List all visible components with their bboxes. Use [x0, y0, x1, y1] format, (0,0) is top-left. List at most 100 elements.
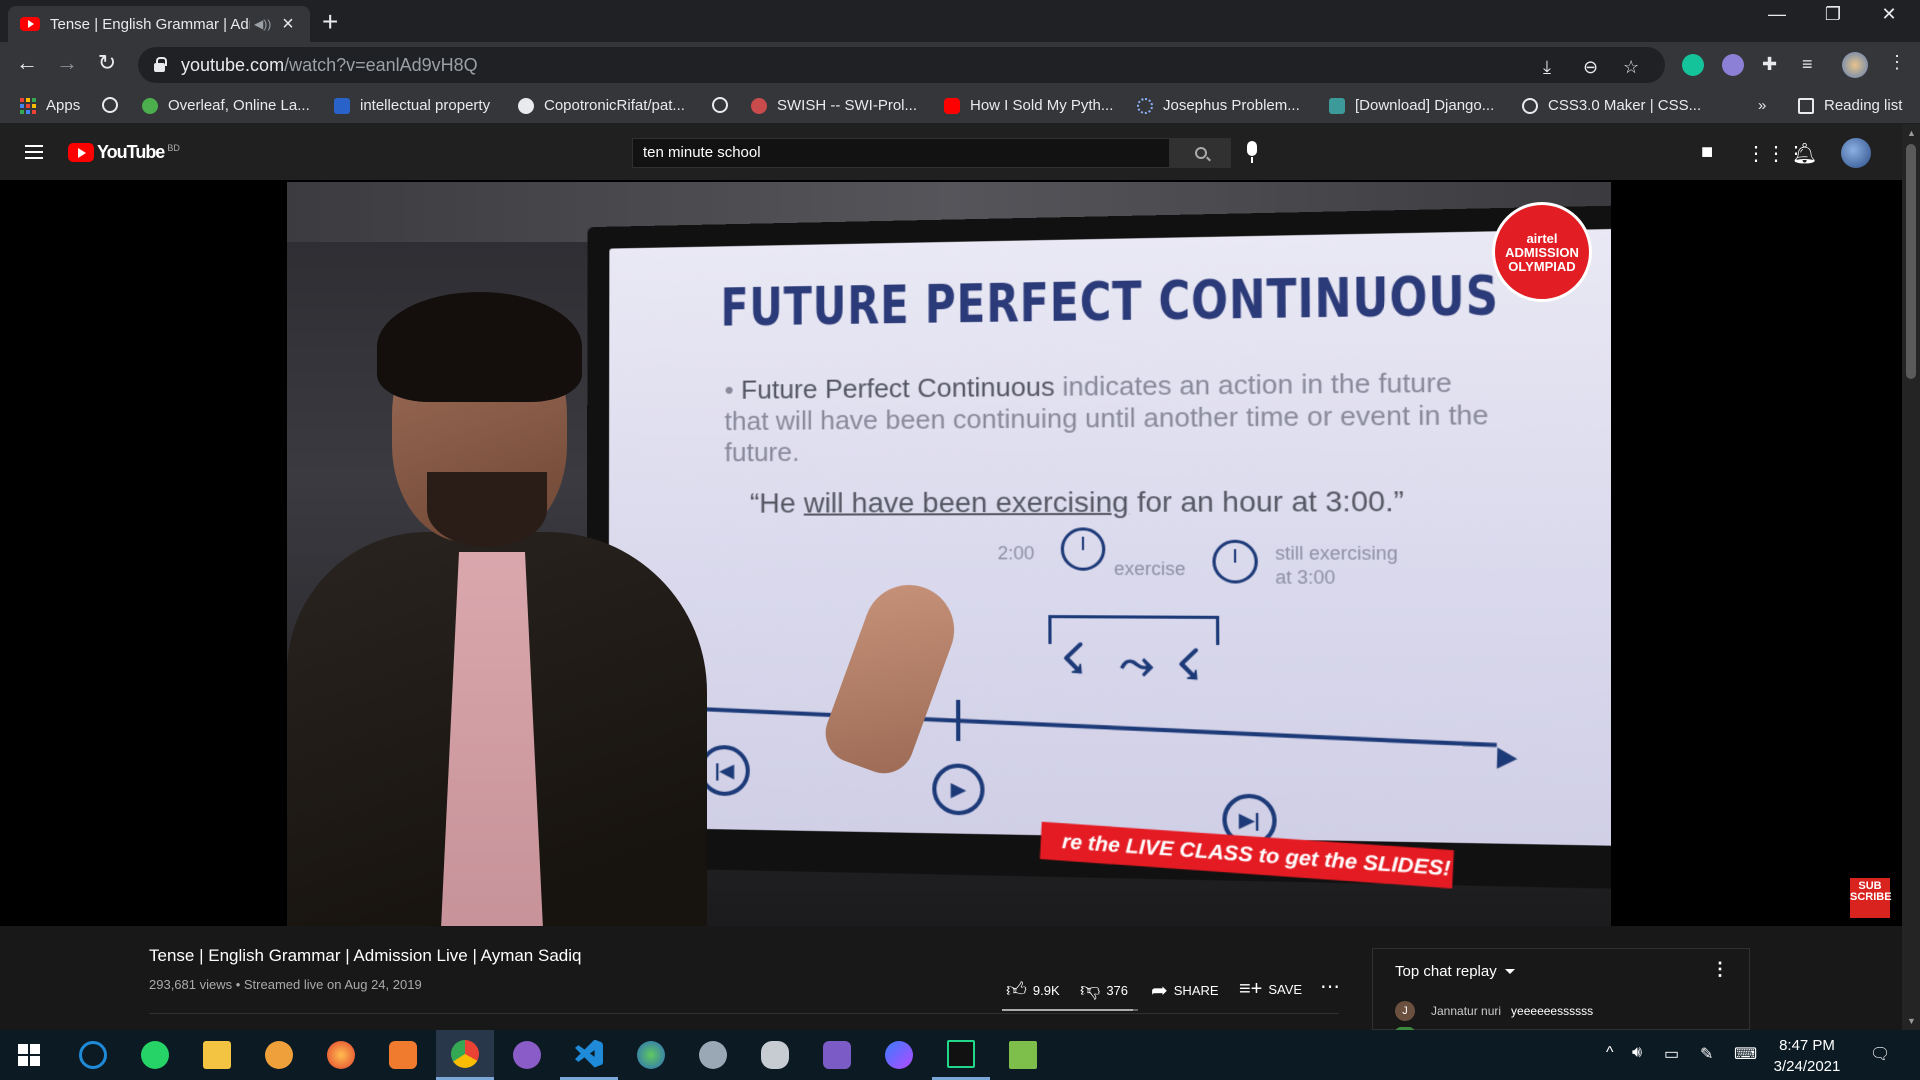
- overflow-label: »: [1758, 97, 1767, 114]
- like-button[interactable]: 👍︎ 9.9K: [1006, 978, 1060, 1002]
- minimize-button[interactable]: —: [1754, 4, 1800, 25]
- zoom-icon[interactable]: ⊖: [1583, 57, 1598, 78]
- voice-search-icon[interactable]: [1247, 141, 1257, 163]
- scroll-down-icon[interactable]: ▼: [1907, 1016, 1916, 1026]
- badge-brand: airtel: [1526, 230, 1558, 246]
- lock-icon[interactable]: [154, 56, 167, 72]
- chrome-icon: [451, 1039, 479, 1068]
- browser-tab-active[interactable]: Tense | English Grammar | Admission Live…: [8, 6, 310, 42]
- taskbar-app-pycharm[interactable]: [932, 1030, 990, 1080]
- browser-toolbar: ← → ↻ youtube.com/watch?v=eanlAd9vH8Q ⤓ …: [0, 42, 1920, 88]
- browser-tab-strip: Tense | English Grammar | Admission Live…: [0, 0, 1920, 42]
- forward-button[interactable]: →: [52, 50, 82, 76]
- chat-author-avatar[interactable]: J: [1395, 1001, 1415, 1021]
- bookmark-django[interactable]: [Download] Django...: [1329, 97, 1494, 114]
- bookmark-intellectual-property[interactable]: intellectual property: [334, 97, 490, 114]
- bookmarks-overflow-button[interactable]: »: [1758, 97, 1766, 114]
- system-clock[interactable]: 8:47 PM 3/24/2021: [1762, 1035, 1852, 1077]
- bookmark-youtube[interactable]: How I Sold My Pyth...: [944, 97, 1113, 114]
- bookmark-josephus[interactable]: Josephus Problem...: [1137, 97, 1300, 114]
- taskbar-app-explorer[interactable]: [188, 1030, 246, 1080]
- search-button[interactable]: [1170, 138, 1231, 168]
- save-button[interactable]: ≡+ SAVE: [1239, 978, 1302, 1001]
- video-player[interactable]: FUTURE PERFECT CONTINUOUS • Future Perfe…: [0, 180, 1902, 926]
- create-video-icon[interactable]: ■: [1701, 141, 1713, 164]
- taskbar-app-visual-studio[interactable]: [808, 1030, 866, 1080]
- show-hidden-icons[interactable]: ^: [1606, 1044, 1614, 1062]
- scroll-up-icon[interactable]: ▲: [1907, 128, 1916, 138]
- globe-app-icon: [637, 1041, 665, 1069]
- bookmark-swish[interactable]: SWISH -- SWI-Prol...: [751, 97, 917, 114]
- reading-list-icon: [1798, 97, 1814, 114]
- youtube-icon: [944, 97, 960, 114]
- youtube-favicon-icon: [20, 17, 40, 31]
- keyboard-icon[interactable]: ⌨: [1734, 1044, 1757, 1064]
- taskbar-app-tool[interactable]: [746, 1030, 804, 1080]
- dislike-button[interactable]: 👎︎ 376: [1080, 978, 1128, 1002]
- notifications-bell-icon[interactable]: 🔔︎: [1792, 141, 1817, 166]
- start-button[interactable]: [0, 1030, 58, 1080]
- audio-playing-icon[interactable]: ◀)): [254, 17, 271, 31]
- extensions-puzzle-icon[interactable]: ✚: [1762, 54, 1777, 75]
- chat-mode-dropdown[interactable]: Top chat replay: [1395, 963, 1515, 980]
- youtube-logo[interactable]: YouTube BD: [68, 142, 180, 163]
- reload-button[interactable]: ↻: [92, 50, 122, 76]
- taskbar-app-office[interactable]: [374, 1030, 432, 1080]
- overleaf-icon: [142, 97, 158, 114]
- taskbar-app-github[interactable]: [498, 1030, 556, 1080]
- pen-icon[interactable]: ✎: [1700, 1044, 1713, 1064]
- reading-list-button[interactable]: Reading list: [1798, 97, 1902, 114]
- tool-app-icon: [761, 1041, 789, 1069]
- scrollbar-thumb[interactable]: [1906, 144, 1916, 379]
- bookmark-globe[interactable]: [102, 97, 128, 113]
- page-scrollbar[interactable]: ▲ ▼: [1902, 124, 1920, 1030]
- media-control-icon[interactable]: ≡: [1802, 54, 1813, 75]
- grammarly-extension-icon[interactable]: [1682, 54, 1704, 76]
- guide-menu-icon[interactable]: [25, 145, 43, 163]
- badge-line1: ADMISSION: [1505, 244, 1579, 260]
- extension-icon[interactable]: [1722, 54, 1744, 76]
- bookmark-star-icon[interactable]: ☆: [1623, 57, 1639, 78]
- live-chat-replay: Top chat replay ⋮ J Jannatur nuri yeeeee…: [1372, 948, 1750, 1033]
- bookmark-globe-2[interactable]: [712, 97, 738, 113]
- chrome-menu-icon[interactable]: ⋮: [1888, 52, 1906, 73]
- volume-icon[interactable]: 🔊︎: [1632, 1044, 1642, 1062]
- install-app-icon[interactable]: ⤓: [1543, 57, 1551, 78]
- taskbar-app-brave[interactable]: [250, 1030, 308, 1080]
- globe-icon: [1522, 97, 1538, 114]
- bookmark-overleaf[interactable]: Overleaf, Online La...: [142, 97, 310, 114]
- window-close-button[interactable]: ✕: [1866, 4, 1912, 25]
- chat-menu-icon[interactable]: ⋮: [1711, 959, 1729, 980]
- taskbar-app-firefox[interactable]: [312, 1030, 370, 1080]
- tab-close-icon[interactable]: ×: [278, 13, 298, 36]
- taskbar-app-notepad[interactable]: [994, 1030, 1052, 1080]
- taskbar-app-messenger[interactable]: [870, 1030, 928, 1080]
- subscribe-watermark[interactable]: SUB SCRIBE: [1850, 878, 1892, 918]
- notifications-icon[interactable]: 🗨︎: [1870, 1044, 1890, 1064]
- taskbar-app-globe[interactable]: [622, 1030, 680, 1080]
- bookmark-css3[interactable]: CSS3.0 Maker | CSS...: [1522, 97, 1701, 114]
- notepad-icon: [1009, 1041, 1037, 1069]
- account-avatar[interactable]: [1841, 138, 1871, 168]
- divider: [149, 1013, 1339, 1014]
- taskbar-app-whatsapp[interactable]: [126, 1030, 184, 1080]
- network-icon[interactable]: ▭: [1664, 1044, 1679, 1064]
- back-button[interactable]: ←: [12, 50, 42, 76]
- video-info: Tense | English Grammar | Admission Live…: [0, 926, 1902, 1033]
- video-frame[interactable]: FUTURE PERFECT CONTINUOUS • Future Perfe…: [287, 182, 1611, 926]
- share-button[interactable]: ➦ SHARE: [1151, 978, 1219, 1003]
- more-horizontal-icon: ⋯: [1320, 976, 1340, 998]
- bookmark-apps[interactable]: Apps: [20, 97, 80, 114]
- taskbar-app-satellite[interactable]: [684, 1030, 742, 1080]
- bookmark-github[interactable]: CopotronicRifat/pat...: [518, 97, 685, 114]
- new-tab-button[interactable]: +: [322, 6, 338, 38]
- restore-button[interactable]: ❐: [1810, 4, 1856, 25]
- search-input[interactable]: ten minute school: [632, 138, 1170, 168]
- taskbar-app-vscode[interactable]: [560, 1030, 618, 1080]
- bookmark-label: Apps: [46, 97, 81, 114]
- profile-avatar[interactable]: [1842, 52, 1868, 78]
- more-actions-button[interactable]: ⋯: [1320, 974, 1346, 999]
- taskbar-app-chrome[interactable]: [436, 1030, 494, 1080]
- taskbar-app-sync[interactable]: [64, 1030, 122, 1080]
- address-bar[interactable]: youtube.com/watch?v=eanlAd9vH8Q ⤓ ⊖ ☆: [138, 47, 1665, 83]
